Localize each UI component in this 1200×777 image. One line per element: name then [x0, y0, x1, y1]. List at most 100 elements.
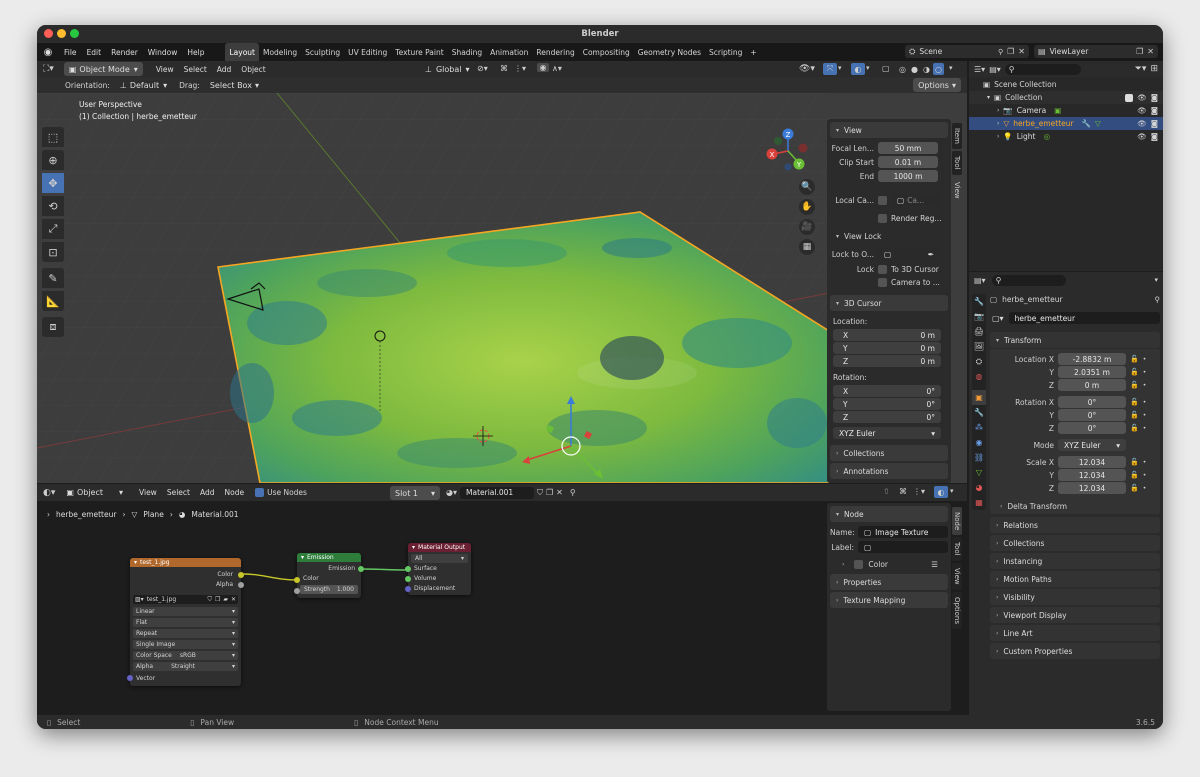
strength-input-socket[interactable]	[294, 588, 300, 594]
image-browse-field[interactable]: ▨▾ test_1.jpg ⛉ ❐ ▰ ✕	[133, 595, 238, 604]
light-data-icon[interactable]: ◎	[1043, 132, 1050, 141]
viewport-menu-select[interactable]: Select	[179, 65, 212, 74]
lock-to-3d-cursor-checkbox[interactable]	[878, 265, 887, 274]
section-collections[interactable]: › Collections	[990, 535, 1160, 551]
collection-include-checkbox[interactable]	[1125, 93, 1134, 102]
menu-render[interactable]: Render	[106, 48, 143, 57]
lock-icon[interactable]: 🔓	[1130, 368, 1139, 376]
node-name-field[interactable]: ▢ Image Texture	[858, 526, 948, 538]
workspace-tab-geometry-nodes[interactable]: Geometry Nodes	[634, 43, 705, 61]
node-sidebar-tab-tool[interactable]: Tool	[952, 537, 962, 561]
strength-field[interactable]: Strength 1.000	[300, 585, 358, 594]
folder-icon[interactable]: ▰	[223, 596, 228, 603]
view-panel-header[interactable]: ▾ View	[830, 122, 948, 138]
modifier-tab-icon[interactable]: 🔧	[972, 405, 986, 420]
node-panel-header[interactable]: ▾ Node	[830, 506, 948, 522]
image-node-header[interactable]: ▾ test_1.jpg	[130, 558, 241, 567]
node-color-row[interactable]: › Color ☰	[830, 560, 948, 569]
image-option-dropdown-repeat[interactable]: Repeat ▾	[133, 629, 238, 638]
modifier-icon[interactable]: 🔧	[1082, 119, 1091, 128]
image-texture-node[interactable]: ▾ test_1.jpg Color Alpha ▨▾ test_1.jpg ⛉ ❐ ▰ ✕…	[127, 558, 244, 686]
lock-icon[interactable]: 🔓	[1130, 355, 1139, 363]
emission-output-socket[interactable]	[358, 566, 364, 572]
keyframe-dot-icon[interactable]: •	[1143, 485, 1147, 492]
collapse-arrow-icon[interactable]: ›	[997, 133, 999, 140]
falloff-icon[interactable]: ∧▾	[552, 64, 562, 73]
camera-data-icon[interactable]: ▣	[1054, 106, 1061, 115]
lock-to-object-field[interactable]: ▢ ✒	[878, 248, 940, 260]
remove-scene-icon[interactable]: ✕	[1018, 47, 1025, 56]
overlay-dropdown-icon[interactable]: ▾	[950, 487, 954, 495]
rotation-z-field[interactable]: 0°	[1058, 422, 1126, 434]
camera-render-icon[interactable]: ◙	[1151, 106, 1158, 115]
n-panel-tab-tool[interactable]: Tool	[952, 150, 962, 175]
section-line-art[interactable]: › Line Art	[990, 625, 1160, 641]
scale-z-field[interactable]: 12.034	[1058, 482, 1126, 494]
new-view-layer-icon[interactable]: ❐	[1136, 47, 1143, 56]
pin-icon[interactable]: ⚲	[1155, 295, 1161, 304]
image-option-dropdown-flat[interactable]: Flat ▾	[133, 618, 238, 627]
camera-to-view-checkbox[interactable]	[878, 278, 887, 287]
eye-icon[interactable]: 👁	[1137, 93, 1147, 102]
gizmo-dropdown-icon[interactable]: ▾	[838, 64, 842, 72]
outliner-row-camera[interactable]: › 📷 Camera ▣ 👁 ◙	[969, 104, 1163, 117]
object-tab-icon[interactable]: ▣	[972, 390, 986, 405]
viewport-menu-object[interactable]: Object	[236, 65, 270, 74]
duplicate-icon[interactable]: ❐	[215, 596, 220, 603]
node-label-field[interactable]: ▢	[858, 541, 948, 553]
wireframe-shading-icon[interactable]: ◎	[897, 63, 908, 75]
object-datablock-field[interactable]: herbe_emetteur	[1008, 312, 1160, 324]
outliner-editor-icon[interactable]: ☰▾	[974, 65, 985, 74]
color-input-socket[interactable]	[294, 577, 300, 583]
eye-icon[interactable]: 👁	[1137, 106, 1147, 115]
rotate-tool-icon[interactable]: ⟲	[42, 196, 64, 216]
render-region-checkbox[interactable]	[878, 214, 887, 223]
section-relations[interactable]: › Relations	[990, 517, 1160, 533]
snap-target-icon[interactable]: ⋮▾	[514, 64, 526, 73]
mode-dropdown[interactable]: ▣ Object Mode ▾	[63, 62, 143, 76]
parent-node-tree-icon[interactable]: ⇧	[883, 487, 890, 496]
viewport-scene[interactable]	[37, 93, 829, 483]
displacement-input-socket[interactable]	[405, 586, 411, 592]
transform-panel-header[interactable]: ▾ Transform	[990, 332, 1160, 348]
surface-input-socket[interactable]	[405, 566, 411, 572]
viewport-menu-view[interactable]: View	[151, 65, 179, 74]
clip-end-field[interactable]: 1000 m	[878, 170, 938, 182]
minimize-window-button[interactable]	[57, 29, 66, 38]
workspace-tab-layout[interactable]: Layout	[225, 43, 259, 61]
lock-icon[interactable]: 🔓	[1130, 458, 1139, 466]
solid-shading-icon[interactable]: ●	[909, 63, 920, 75]
menu-help[interactable]: Help	[182, 48, 209, 57]
camera-view-icon[interactable]: 🎥	[799, 219, 815, 235]
chevron-down-icon[interactable]: ▾	[1154, 276, 1158, 284]
filter-icon[interactable]: ⏷▾	[1135, 64, 1147, 74]
material-tab-icon[interactable]: ◕	[972, 480, 986, 495]
data-tab-icon[interactable]: ▽	[972, 465, 986, 480]
measure-tool-icon[interactable]: 📐	[42, 291, 64, 311]
local-camera-checkbox[interactable]	[878, 195, 887, 205]
scale-tool-icon[interactable]: ⤢	[42, 219, 64, 239]
properties-editor-icon[interactable]: ▤▾	[974, 276, 986, 285]
gizmo-toggle-icon[interactable]: ⤧	[823, 63, 837, 75]
list-icon[interactable]: ☰	[931, 560, 938, 569]
keyframe-dot-icon[interactable]: •	[1143, 369, 1147, 376]
remove-view-layer-icon[interactable]: ✕	[1147, 47, 1154, 56]
camera-render-icon[interactable]: ◙	[1151, 132, 1158, 141]
navigation-gizmo[interactable]: Z X Y	[765, 127, 811, 175]
scene-tab-icon[interactable]: ⛭	[972, 354, 986, 369]
n-panel-tab-view[interactable]: View	[952, 176, 962, 204]
scale-x-field[interactable]: 12.034	[1058, 456, 1126, 468]
constraints-tab-icon[interactable]: ⛓	[972, 450, 986, 465]
workspace-tab-uv-editing[interactable]: UV Editing	[344, 43, 391, 61]
cursor-rotation-mode-dropdown[interactable]: XYZ Euler ▾	[833, 427, 941, 439]
keyframe-dot-icon[interactable]: •	[1143, 472, 1147, 479]
outliner-row-herbe-emetteur[interactable]: › ▽ herbe_emetteur 🔧 ▽ 👁 ◙	[969, 117, 1163, 130]
collections-panel-header[interactable]: › Collections	[830, 445, 948, 461]
view-lock-header[interactable]: View Lock	[844, 232, 881, 241]
keyframe-dot-icon[interactable]: •	[1143, 382, 1147, 389]
section-viewport-display[interactable]: › Viewport Display	[990, 607, 1160, 623]
rendered-shading-icon[interactable]: ○	[933, 63, 944, 75]
vector-input-socket[interactable]	[127, 675, 133, 681]
editor-type-icon[interactable]: ⛶▾	[43, 64, 54, 74]
new-scene-icon[interactable]: ❐	[1007, 47, 1014, 56]
